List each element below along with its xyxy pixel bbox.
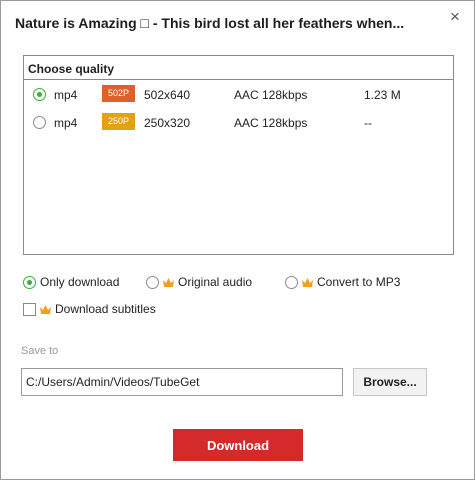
only-download-option[interactable]: Only download: [23, 274, 119, 290]
crown-icon: [302, 277, 313, 287]
save-to-label: Save to: [21, 345, 59, 357]
download-dialog: Nature is Amazing □ - This bird lost all…: [0, 0, 475, 480]
quality-row[interactable]: mp4 502P 502x640 AAC 128kbps 1.23 M: [24, 80, 453, 108]
download-subtitles-label: Download subtitles: [55, 302, 156, 316]
resolution-label: 502x640: [144, 88, 191, 102]
crown-icon: [163, 277, 174, 287]
original-audio-radio[interactable]: [146, 275, 159, 289]
crown-icon: [40, 304, 51, 314]
convert-mp3-label: Convert to MP3: [317, 275, 401, 289]
size-label: 1.23 M: [364, 88, 401, 102]
close-icon[interactable]: ×: [448, 8, 462, 25]
quality-header: Choose quality: [24, 56, 453, 80]
convert-mp3-radio[interactable]: [285, 275, 298, 289]
original-audio-option[interactable]: Original audio: [146, 274, 252, 290]
only-download-radio[interactable]: [23, 275, 36, 289]
quality-radio-selected[interactable]: [33, 88, 46, 101]
quality-row[interactable]: mp4 250P 250x320 AAC 128kbps --: [24, 108, 453, 136]
size-label: --: [364, 116, 372, 130]
quality-badge: 502P: [102, 85, 135, 102]
download-subtitles-checkbox[interactable]: [23, 302, 36, 316]
browse-button[interactable]: Browse...: [353, 368, 427, 396]
dialog-title: Nature is Amazing □ - This bird lost all…: [15, 15, 405, 31]
quality-list: Choose quality mp4 502P 502x640 AAC 128k…: [23, 55, 454, 255]
save-path-input[interactable]: [21, 368, 343, 396]
format-label: mp4: [54, 88, 78, 102]
quality-radio[interactable]: [33, 116, 46, 129]
only-download-label: Only download: [40, 275, 120, 289]
download-subtitles-option[interactable]: Download subtitles: [23, 302, 156, 316]
audio-label: AAC 128kbps: [234, 88, 308, 102]
download-button[interactable]: Download: [173, 429, 303, 461]
convert-mp3-option[interactable]: Convert to MP3: [285, 274, 400, 290]
quality-badge: 250P: [102, 113, 135, 130]
format-label: mp4: [54, 116, 78, 130]
resolution-label: 250x320: [144, 116, 191, 130]
audio-label: AAC 128kbps: [234, 116, 308, 130]
original-audio-label: Original audio: [178, 275, 253, 289]
